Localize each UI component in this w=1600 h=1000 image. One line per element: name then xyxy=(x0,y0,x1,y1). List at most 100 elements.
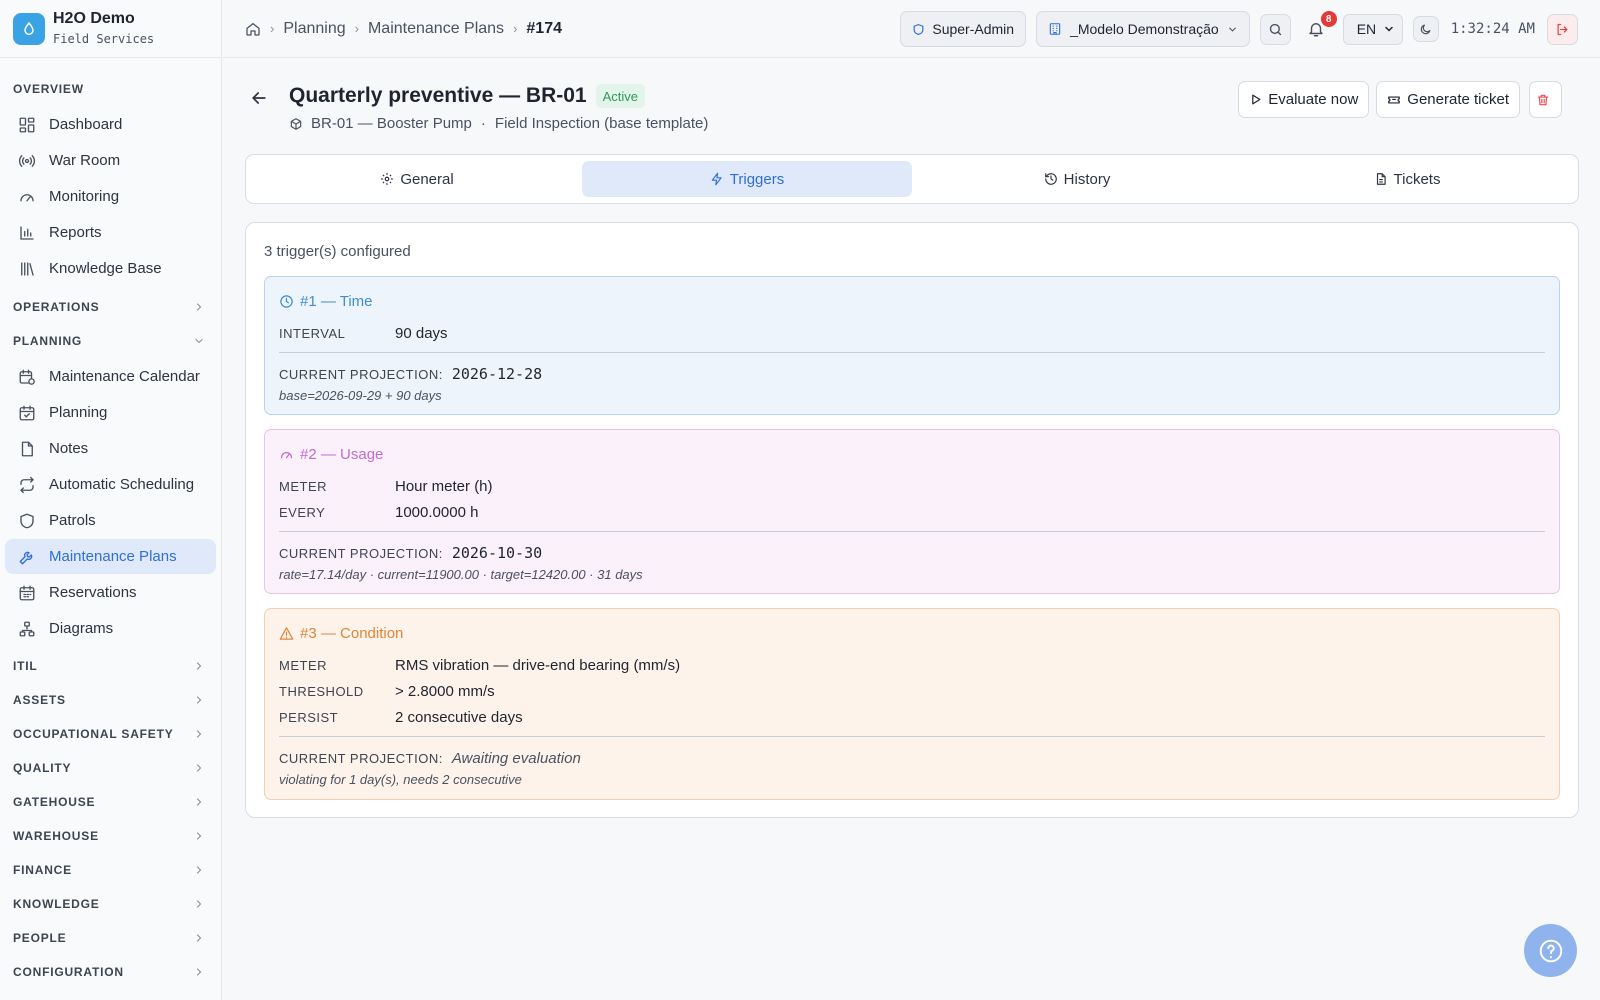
field-label: METER xyxy=(279,657,327,673)
sidebar-item-diagrams[interactable]: Diagrams xyxy=(5,611,216,646)
breadcrumb-planning[interactable]: Planning xyxy=(283,20,345,38)
home-icon[interactable] xyxy=(245,21,261,37)
field-value: > 2.8000 mm/s xyxy=(395,682,495,700)
sidebar-section-quality[interactable]: QUALITY xyxy=(0,751,221,785)
section-label: ITIL xyxy=(13,659,38,673)
tab-label: General xyxy=(400,170,454,188)
role-badge[interactable]: Super-Admin xyxy=(900,11,1027,47)
role-label: Super-Admin xyxy=(932,21,1015,37)
section-label: OPERATIONS xyxy=(13,300,100,314)
triggers-panel: 3 trigger(s) configured #1 — Time INTERV… xyxy=(245,222,1579,818)
sidebar-item-knowledge-base[interactable]: Knowledge Base xyxy=(5,251,216,286)
sidebar-item-notes[interactable]: Notes xyxy=(5,431,216,466)
tab-history[interactable]: History xyxy=(912,161,1242,197)
sidebar-item-planning[interactable]: Planning xyxy=(5,395,216,430)
evaluate-now-label: Evaluate now xyxy=(1268,91,1359,108)
tab-triggers[interactable]: Triggers xyxy=(582,161,912,197)
sidebar-section-knowledge[interactable]: KNOWLEDGE xyxy=(0,887,221,921)
logout-button[interactable] xyxy=(1547,13,1578,45)
help-button[interactable] xyxy=(1524,924,1577,977)
tab-general[interactable]: General xyxy=(252,161,582,197)
sidebar-section-operations[interactable]: OPERATIONS xyxy=(0,290,221,324)
section-label: GATEHOUSE xyxy=(13,795,96,809)
field-value: RMS vibration — drive-end bearing (mm/s) xyxy=(395,656,681,674)
sidebar-section-people[interactable]: PEOPLE xyxy=(0,921,221,955)
divider xyxy=(279,736,1545,737)
language-value: EN xyxy=(1356,21,1377,37)
sidebar-section-gatehouse[interactable]: GATEHOUSE xyxy=(0,785,221,819)
sidebar-item-automatic-scheduling[interactable]: Automatic Scheduling xyxy=(5,467,216,502)
search-button[interactable] xyxy=(1259,13,1291,45)
main-content: Quarterly preventive — BR-01 Active BR-0… xyxy=(223,58,1600,1000)
sidebar-item-patrols[interactable]: Patrols xyxy=(5,503,216,538)
file-icon xyxy=(18,440,36,458)
sidebar-item-reservations[interactable]: Reservations xyxy=(5,575,216,610)
sidebar-item-monitoring[interactable]: Monitoring xyxy=(5,179,216,214)
sidebar-section-warehouse[interactable]: WAREHOUSE xyxy=(0,819,221,853)
brand-name: H2O Demo xyxy=(53,10,135,27)
trigger-title-text: #2 — Usage xyxy=(300,445,384,463)
sidebar-section-itil[interactable]: ITIL xyxy=(0,649,221,683)
sidebar-section-finance[interactable]: FINANCE xyxy=(0,853,221,887)
trigger-row-meter: METER RMS vibration — drive-end bearing … xyxy=(279,652,1545,678)
chevron-right-icon xyxy=(193,864,205,876)
delete-button[interactable] xyxy=(1529,81,1562,118)
trigger-row-threshold: THRESHOLD > 2.8000 mm/s xyxy=(279,678,1545,704)
sidebar-item-label: Patrols xyxy=(49,512,96,529)
notifications-button[interactable]: 8 xyxy=(1301,11,1337,44)
sidebar-section-occupational-safety[interactable]: OCCUPATIONAL SAFETY xyxy=(0,717,221,751)
sidebar-item-label: Diagrams xyxy=(49,620,114,637)
sidebar-item-war-room[interactable]: War Room xyxy=(5,143,216,178)
tab-label: Tickets xyxy=(1393,170,1441,188)
chevron-down-icon xyxy=(1227,24,1238,35)
divider xyxy=(279,352,1545,353)
plan-subtitle: BR-01 — Booster Pump · Field Inspection … xyxy=(289,115,708,132)
section-label: CONFIGURATION xyxy=(13,965,124,979)
tab-label: History xyxy=(1063,170,1111,188)
status-badge: Active xyxy=(595,84,646,108)
sidebar-section-configuration[interactable]: CONFIGURATION xyxy=(0,955,221,989)
field-label: METER xyxy=(279,478,327,494)
projection-row: CURRENT PROJECTION: 2026-12-28 xyxy=(279,363,1545,385)
theme-toggle[interactable] xyxy=(1412,16,1439,42)
section-label: FINANCE xyxy=(13,863,72,877)
sidebar-item-label: Reports xyxy=(49,224,102,241)
sidebar-item-dashboard[interactable]: Dashboard xyxy=(5,107,216,142)
projection-note: rate=17.14/day · current=11900.00 · targ… xyxy=(279,567,643,582)
breadcrumb-maintenance-plans[interactable]: Maintenance Plans xyxy=(368,20,504,38)
sidebar-item-maintenance-calendar[interactable]: Maintenance Calendar xyxy=(5,359,216,394)
box-icon xyxy=(289,117,303,131)
notification-count: 8 xyxy=(1320,11,1337,27)
water-drop-icon xyxy=(13,12,45,45)
brand[interactable]: H2O Demo Field Services xyxy=(0,0,221,58)
sidebar: H2O Demo Field Services OVERVIEW Dashboa… xyxy=(0,0,222,1000)
clock: 1:32:24 AM xyxy=(1450,21,1535,37)
trigger-row-interval: INTERVAL 90 days xyxy=(279,320,1545,346)
chevron-right-icon xyxy=(193,762,205,774)
tenant-selector[interactable]: _Modelo Demonstração xyxy=(1036,11,1250,47)
wrench-icon xyxy=(18,548,36,566)
back-button[interactable] xyxy=(249,88,269,108)
projection-note: base=2026-09-29 + 90 days xyxy=(279,388,442,403)
sidebar-section-assets[interactable]: ASSETS xyxy=(0,683,221,717)
field-value: 90 days xyxy=(395,324,448,342)
ticket-icon xyxy=(1387,93,1407,107)
generate-ticket-button[interactable]: Generate ticket xyxy=(1376,81,1520,118)
sidebar-item-reports[interactable]: Reports xyxy=(5,215,216,250)
trigger-title: #3 — Condition xyxy=(279,623,1545,643)
chevron-right-icon: › xyxy=(513,21,518,36)
sidebar-item-maintenance-plans[interactable]: Maintenance Plans xyxy=(5,539,216,574)
play-icon xyxy=(1249,93,1268,106)
sidebar-groups: ITIL ASSETS OCCUPATIONAL SAFETY QUALITY … xyxy=(0,649,221,989)
section-label: ASSETS xyxy=(13,693,66,707)
shield-icon xyxy=(18,512,36,530)
evaluate-now-button[interactable]: Evaluate now xyxy=(1238,81,1370,118)
building-icon xyxy=(1048,22,1062,36)
tab-tickets[interactable]: Tickets xyxy=(1242,161,1572,197)
sidebar-section-overview[interactable]: OVERVIEW xyxy=(0,72,221,106)
asset-link[interactable]: BR-01 — Booster Pump xyxy=(311,115,472,132)
sidebar-item-label: Notes xyxy=(49,440,89,457)
sidebar-section-planning[interactable]: PLANNING xyxy=(0,324,221,358)
language-select[interactable]: EN xyxy=(1342,13,1403,45)
shield-icon xyxy=(912,23,925,36)
